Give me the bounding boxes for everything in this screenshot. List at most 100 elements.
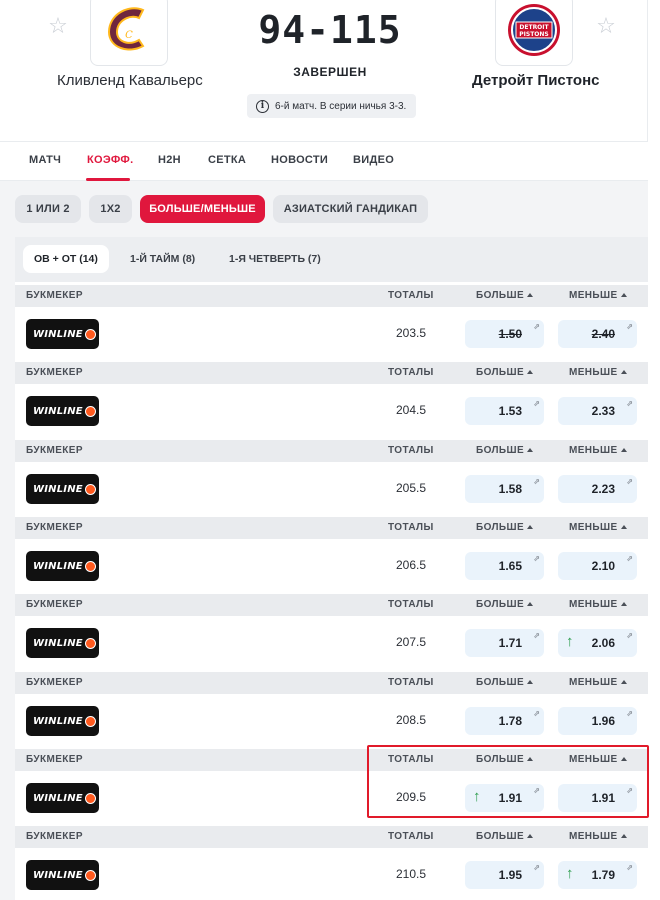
over-odds-value: 1.95 xyxy=(498,868,522,882)
over-odds-button[interactable]: 1.78 ⇗ xyxy=(465,707,544,735)
col-totals-label: ТОТАЛЫ xyxy=(388,599,434,610)
col-over-text: БОЛЬШЕ xyxy=(476,522,525,533)
under-odds-button[interactable]: ↑ 2.06 ⇗ xyxy=(558,629,637,657)
col-under-label[interactable]: МЕНЬШЕ xyxy=(569,754,627,765)
col-totals-label: ТОТАЛЫ xyxy=(388,522,434,533)
col-under-label[interactable]: МЕНЬШЕ xyxy=(569,367,627,378)
col-over-label[interactable]: БОЛЬШЕ xyxy=(476,599,534,610)
under-odds-button[interactable]: 1.96 ⇗ xyxy=(558,707,637,735)
winline-logo[interactable]: WINLINE xyxy=(26,706,99,736)
bookmaker-name: WINLINE xyxy=(33,637,83,649)
col-bookmaker-label: БУКМЕКЕР xyxy=(26,677,83,688)
under-odds-button[interactable]: 1.91 ⇗ xyxy=(558,784,637,812)
over-odds-button[interactable]: 1.95 ⇗ xyxy=(465,861,544,889)
col-over-label[interactable]: БОЛЬШЕ xyxy=(476,754,534,765)
favorite-star-icon-home[interactable]: ☆ xyxy=(46,14,70,38)
winline-logo[interactable]: WINLINE xyxy=(26,474,99,504)
winline-dot-icon xyxy=(84,715,96,727)
odds-row: WINLINE 207.5 1.71 ⇗ ↑ 2.06 ⇗ xyxy=(15,616,648,671)
sort-caret-icon xyxy=(527,757,534,761)
col-under-label[interactable]: МЕНЬШЕ xyxy=(569,445,627,456)
winline-logo[interactable]: WINLINE xyxy=(26,396,99,426)
bet-type-over-under[interactable]: БОЛЬШЕ/МЕНЬШЕ xyxy=(140,195,265,223)
external-link-icon: ⇗ xyxy=(626,554,633,563)
tab-odds[interactable]: КОЭФФ. xyxy=(87,154,133,166)
sort-caret-icon xyxy=(620,448,627,452)
under-odds-button[interactable]: 2.33 ⇗ xyxy=(558,397,637,425)
winline-logo[interactable]: WINLINE xyxy=(26,551,99,581)
col-under-label[interactable]: МЕНЬШЕ xyxy=(569,522,627,533)
favorite-star-icon-away[interactable]: ☆ xyxy=(594,14,618,38)
col-over-label[interactable]: БОЛЬШЕ xyxy=(476,367,534,378)
external-link-icon: ⇗ xyxy=(533,631,540,640)
match-header: ☆ C Кливленд Кавальерс 94-115 ЗАВЕРШЕН i… xyxy=(0,0,648,141)
period-tab-full[interactable]: ОВ + ОТ (14) xyxy=(23,245,109,273)
away-team-name[interactable]: Детройт Пистонс xyxy=(472,72,599,89)
sort-caret-icon xyxy=(527,293,534,297)
col-under-text: МЕНЬШЕ xyxy=(569,677,618,688)
tab-match[interactable]: МАТЧ xyxy=(29,154,61,166)
col-under-label[interactable]: МЕНЬШЕ xyxy=(569,599,627,610)
bet-type-1x2[interactable]: 1X2 xyxy=(89,195,132,223)
svg-text:C: C xyxy=(125,30,133,41)
col-over-label[interactable]: БОЛЬШЕ xyxy=(476,445,534,456)
sort-caret-icon xyxy=(620,370,627,374)
odds-row: WINLINE 204.5 1.53 ⇗ 2.33 ⇗ xyxy=(15,384,648,439)
total-value: 205.5 xyxy=(396,481,427,495)
home-team-logo[interactable]: C xyxy=(90,0,168,66)
tab-bracket[interactable]: СЕТКА xyxy=(208,154,246,166)
over-odds-value: 1.91 xyxy=(498,791,522,805)
over-odds-button[interactable]: 1.50 ⇗ xyxy=(465,320,544,348)
winline-logo[interactable]: WINLINE xyxy=(26,783,99,813)
odds-header-row: БУКМЕКЕР ТОТАЛЫ БОЛЬШЕ МЕНЬШЕ xyxy=(15,749,648,771)
col-under-label[interactable]: МЕНЬШЕ xyxy=(569,677,627,688)
tab-video[interactable]: ВИДЕО xyxy=(353,154,394,166)
winline-dot-icon xyxy=(84,637,96,649)
bet-type-1-or-2[interactable]: 1 ИЛИ 2 xyxy=(15,195,81,223)
period-tabs: ОВ + ОТ (14) 1-Й ТАЙМ (8) 1-Я ЧЕТВЕРТЬ (… xyxy=(15,237,648,282)
away-team-logo[interactable]: DETROIT PISTONS xyxy=(495,0,573,66)
over-odds-button[interactable]: 1.53 ⇗ xyxy=(465,397,544,425)
winline-logo[interactable]: WINLINE xyxy=(26,860,99,890)
under-odds-button[interactable]: ↑ 1.79 ⇗ xyxy=(558,861,637,889)
home-team-name[interactable]: Кливленд Кавальерс xyxy=(57,72,203,89)
over-odds-button[interactable]: ↑ 1.91 ⇗ xyxy=(465,784,544,812)
external-link-icon: ⇗ xyxy=(533,709,540,718)
bookmaker-name: WINLINE xyxy=(33,483,83,495)
col-bookmaker-label: БУКМЕКЕР xyxy=(26,290,83,301)
under-odds-button[interactable]: 2.10 ⇗ xyxy=(558,552,637,580)
col-over-label[interactable]: БОЛЬШЕ xyxy=(476,677,534,688)
bet-type-asian-handicap[interactable]: АЗИАТСКИЙ ГАНДИКАП xyxy=(273,195,428,223)
under-odds-value: 2.10 xyxy=(591,559,615,573)
sort-caret-icon xyxy=(620,293,627,297)
period-tab-first-half[interactable]: 1-Й ТАЙМ (8) xyxy=(130,245,195,273)
col-under-text: МЕНЬШЕ xyxy=(569,754,618,765)
col-over-label[interactable]: БОЛЬШЕ xyxy=(476,522,534,533)
pistons-logo-icon: DETROIT PISTONS xyxy=(508,4,560,56)
tab-news[interactable]: НОВОСТИ xyxy=(271,154,328,166)
col-over-label[interactable]: БОЛЬШЕ xyxy=(476,290,534,301)
under-odds-value: 1.96 xyxy=(591,714,615,728)
col-totals-label: ТОТАЛЫ xyxy=(388,754,434,765)
under-odds-button[interactable]: 2.23 ⇗ xyxy=(558,475,637,503)
winline-logo[interactable]: WINLINE xyxy=(26,628,99,658)
col-over-label[interactable]: БОЛЬШЕ xyxy=(476,831,534,842)
over-odds-button[interactable]: 1.71 ⇗ xyxy=(465,629,544,657)
odds-header-row: БУКМЕКЕР ТОТАЛЫ БОЛЬШЕ МЕНЬШЕ xyxy=(15,517,648,539)
odds-row: WINLINE 206.5 1.65 ⇗ 2.10 ⇗ xyxy=(15,539,648,594)
series-info-text: 6-й матч. В серии ничья 3-3. xyxy=(275,100,407,112)
under-odds-button[interactable]: 2.40 ⇗ xyxy=(558,320,637,348)
col-over-text: БОЛЬШЕ xyxy=(476,677,525,688)
col-under-text: МЕНЬШЕ xyxy=(569,367,618,378)
bookmaker-name: WINLINE xyxy=(33,405,83,417)
col-under-label[interactable]: МЕНЬШЕ xyxy=(569,290,627,301)
under-odds-value: 2.40 xyxy=(591,327,615,341)
col-under-label[interactable]: МЕНЬШЕ xyxy=(569,831,627,842)
winline-logo[interactable]: WINLINE xyxy=(26,319,99,349)
tab-h2h[interactable]: H2H xyxy=(158,154,181,166)
external-link-icon: ⇗ xyxy=(533,399,540,408)
over-odds-button[interactable]: 1.58 ⇗ xyxy=(465,475,544,503)
sort-caret-icon xyxy=(620,834,627,838)
over-odds-button[interactable]: 1.65 ⇗ xyxy=(465,552,544,580)
period-tab-first-quarter[interactable]: 1-Я ЧЕТВЕРТЬ (7) xyxy=(229,245,321,273)
